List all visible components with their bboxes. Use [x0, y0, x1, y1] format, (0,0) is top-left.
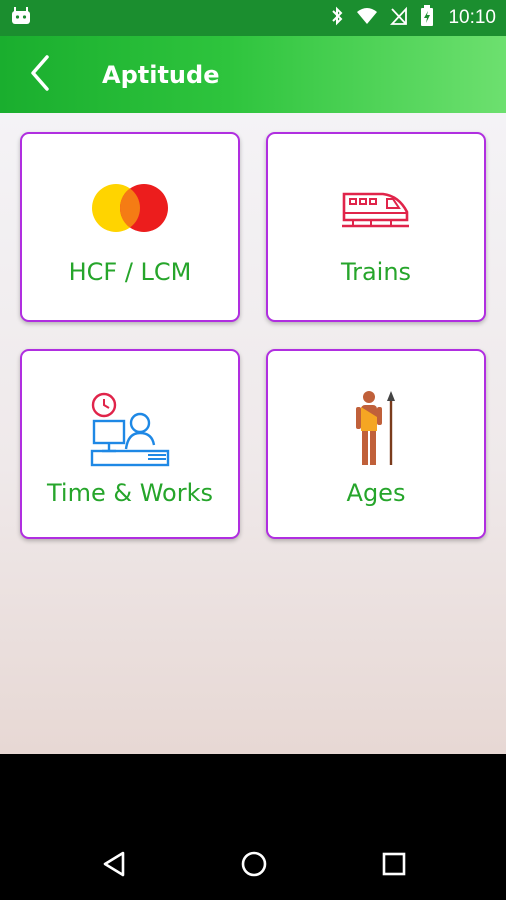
wifi-icon [356, 7, 378, 29]
card-label: Ages [346, 479, 406, 507]
train-icon [341, 176, 411, 240]
office-worker-icon [90, 387, 170, 471]
android-icon [10, 6, 32, 30]
nav-back-button[interactable] [92, 848, 136, 884]
card-label: Time & Works [47, 479, 213, 507]
recents-square-icon [381, 851, 407, 881]
app-bar: Aptitude [0, 36, 506, 113]
back-button[interactable] [0, 36, 80, 113]
card-ages[interactable]: Ages [266, 349, 486, 539]
nav-recents-button[interactable] [372, 848, 416, 884]
back-triangle-icon [101, 850, 127, 882]
chevron-left-icon [29, 54, 51, 95]
home-circle-icon [240, 850, 268, 882]
card-time-works[interactable]: Time & Works [20, 349, 240, 539]
card-label: Trains [340, 258, 412, 286]
signal-off-icon [390, 6, 408, 30]
card-hcf-lcm[interactable]: HCF / LCM [20, 132, 240, 322]
overlapping-circles-icon [90, 176, 170, 240]
status-bar: 10:10 [0, 0, 506, 36]
card-label: HCF / LCM [68, 258, 192, 286]
nav-home-button[interactable] [232, 848, 276, 884]
status-time: 10:10 [448, 7, 496, 28]
tribal-man-icon [351, 387, 401, 471]
battery-charging-icon [420, 5, 434, 31]
bluetooth-icon [330, 6, 344, 30]
card-trains[interactable]: Trains [266, 132, 486, 322]
page-title: Aptitude [102, 60, 220, 89]
content-area: HCF / LCM Trains Time & Works Ages [0, 113, 506, 754]
